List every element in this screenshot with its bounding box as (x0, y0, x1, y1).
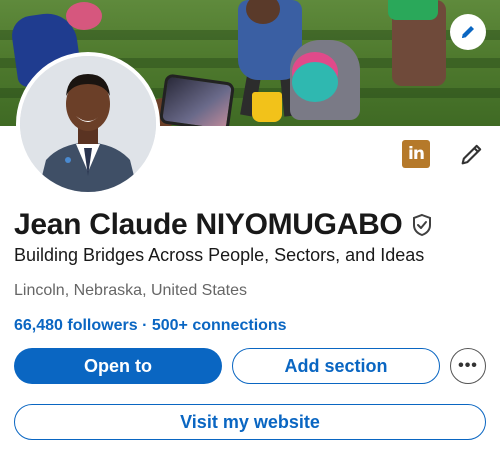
ellipsis-icon: ••• (458, 357, 478, 374)
followers-link[interactable]: 66,480 followers (14, 317, 138, 334)
shield-check-icon[interactable] (410, 213, 434, 237)
cover-phone (158, 73, 236, 126)
network-separator: · (142, 317, 148, 334)
more-actions-button[interactable]: ••• (450, 348, 486, 384)
cover-bucket (252, 92, 282, 122)
profile-name: Jean Claude NIYOMUGABO (14, 208, 403, 241)
connections-link[interactable]: 500+ connections (152, 317, 287, 334)
profile-avatar[interactable] (16, 52, 160, 196)
edit-cover-button[interactable] (450, 14, 486, 50)
profile-headline: Building Bridges Across People, Sectors,… (14, 245, 425, 265)
add-section-button[interactable]: Add section (232, 348, 440, 384)
edit-profile-button[interactable] (458, 140, 486, 168)
profile-location: Lincoln, Nebraska, United States (14, 282, 248, 299)
open-to-button[interactable]: Open to (14, 348, 222, 384)
name-row: Jean Claude NIYOMUGABO (14, 208, 434, 242)
visit-website-button[interactable]: Visit my website (14, 404, 486, 440)
pencil-icon (461, 144, 482, 165)
pencil-icon (462, 26, 474, 38)
network-stats: 66,480 followers · 500+ connections (14, 317, 287, 335)
linkedin-icon[interactable]: in (402, 140, 430, 168)
avatar-portrait (20, 56, 156, 192)
